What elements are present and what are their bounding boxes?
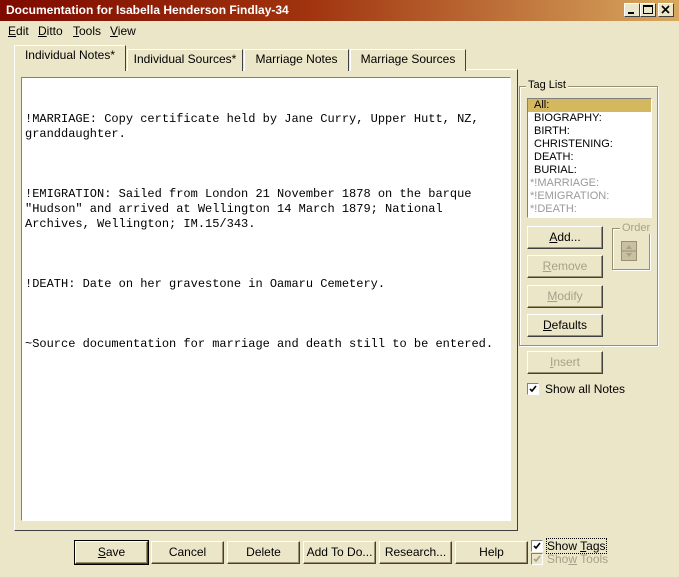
tag-list-item[interactable]: BURIAL: [528, 164, 651, 177]
tag-list-label: Tag List [526, 79, 568, 91]
defaults-button[interactable]: Defaults [527, 314, 603, 337]
checkmark-icon [533, 542, 541, 550]
tab-individual-notes-label: Individual Notes* [24, 48, 116, 62]
research-button[interactable]: Research... [379, 541, 452, 564]
cancel-button[interactable]: Cancel [151, 541, 224, 564]
window-title: Documentation for Isabella Henderson Fin… [6, 3, 289, 17]
save-button[interactable]: Save [74, 540, 149, 565]
research-label: Research... [384, 545, 447, 559]
maximize-button[interactable] [640, 3, 656, 17]
spinner-arrows-icon [622, 245, 636, 257]
checkmark-icon [529, 385, 537, 393]
order-spinner[interactable] [621, 241, 637, 261]
tab-individual-notes[interactable]: Individual Notes* [14, 45, 126, 71]
tag-list-item[interactable]: BIOGRAPHY: [528, 112, 651, 125]
close-icon [661, 5, 670, 14]
modify-tag-button[interactable]: Modify [527, 285, 603, 308]
remove-tag-button[interactable]: Remove [527, 255, 603, 278]
tab-marriage-notes-label: Marriage Notes [255, 52, 338, 66]
tab-individual-sources-label: Individual Sources* [133, 52, 237, 66]
note-paragraph: !MARRIAGE: Copy certificate held by Jane… [25, 112, 486, 141]
note-paragraph: ~Source documentation for marriage and d… [25, 337, 494, 351]
cancel-label: Cancel [168, 545, 207, 559]
show-tools-label: Show Tools [547, 552, 609, 566]
delete-label: Delete [246, 545, 281, 559]
help-button[interactable]: Help [455, 541, 528, 564]
show-tools-checkbox[interactable] [531, 553, 543, 565]
note-paragraph: !EMIGRATION: Sailed from London 21 Novem… [25, 187, 479, 231]
show-tags-checkbox[interactable] [531, 540, 543, 552]
tag-list[interactable]: All: BIOGRAPHY: BIRTH: CHRISTENING: DEAT… [527, 98, 652, 218]
insert-label: Insert [549, 355, 581, 369]
menu-ditto-rest: itto [46, 24, 63, 38]
close-button[interactable] [658, 3, 674, 17]
tag-list-item[interactable]: *!EMIGRATION: [528, 190, 651, 203]
add-tag-button[interactable]: Add... [527, 226, 603, 249]
tab-marriage-notes[interactable]: Marriage Notes [244, 49, 349, 71]
minimize-button[interactable] [624, 3, 640, 17]
insert-button[interactable]: Insert [527, 351, 603, 374]
tag-list-item[interactable]: *!DEATH: [528, 203, 651, 216]
menu-tools[interactable]: Tools [73, 24, 101, 38]
tab-individual-sources[interactable]: Individual Sources* [127, 49, 243, 71]
menu-view[interactable]: View [110, 24, 136, 38]
menu-edit[interactable]: Edit [8, 24, 29, 38]
tag-list-item[interactable]: *!MARRIAGE: [528, 177, 651, 190]
tag-list-item[interactable]: BIRTH: [528, 125, 651, 138]
add-tag-label: Add... [549, 230, 581, 244]
tab-marriage-sources-label: Marriage Sources [360, 52, 456, 66]
menu-view-rest: iew [117, 24, 136, 38]
checkmark-icon [533, 555, 541, 563]
show-all-notes-label: Show all Notes [545, 382, 626, 396]
add-to-do-button[interactable]: Add To Do... [303, 541, 376, 564]
modify-tag-label: Modify [547, 289, 583, 303]
save-label: Save [97, 545, 126, 559]
tag-list-item[interactable]: CHRISTENING: [528, 138, 651, 151]
menu-tools-rest: ools [79, 24, 102, 38]
help-label: Help [479, 545, 504, 559]
show-tags-label: Show Tags [546, 538, 607, 554]
remove-tag-label: Remove [542, 259, 588, 273]
show-all-notes-checkbox[interactable] [527, 383, 539, 395]
tab-marriage-sources[interactable]: Marriage Sources [350, 49, 466, 71]
title-bar[interactable]: Documentation for Isabella Henderson Fin… [0, 0, 679, 21]
delete-button[interactable]: Delete [227, 541, 300, 564]
add-to-do-label: Add To Do... [306, 545, 373, 559]
menu-bar: Edit Ditto Tools View [0, 22, 679, 40]
defaults-label: Defaults [542, 318, 588, 332]
notes-textarea[interactable]: !MARRIAGE: Copy certificate held by Jane… [21, 77, 511, 521]
tag-list-item[interactable]: All: [528, 99, 651, 112]
tag-list-item[interactable]: DEATH: [528, 151, 651, 164]
menu-edit-rest: dit [16, 24, 29, 38]
minimize-icon [628, 12, 634, 14]
order-label: Order [620, 222, 653, 234]
note-paragraph: !DEATH: Date on her gravestone in Oamaru… [25, 277, 386, 291]
maximize-icon [643, 5, 653, 14]
menu-ditto[interactable]: Ditto [38, 24, 63, 38]
